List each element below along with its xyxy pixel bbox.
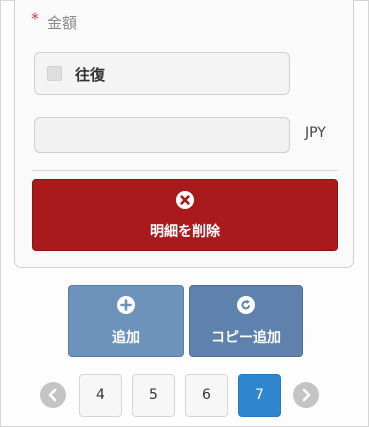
copy-add-label: コピー追加 [211, 330, 281, 346]
amount-label: 金額 [47, 14, 78, 32]
plus-circle-icon [117, 296, 135, 314]
close-circle-icon [176, 191, 194, 209]
required-marker: * [31, 9, 39, 28]
page-button-current[interactable]: 7 [238, 374, 281, 417]
detail-panel: * 金額 往復 JPY 明細を削除 追加 コピー追加 4 5 6 7 [0, 0, 369, 427]
page-button[interactable]: 6 [185, 374, 228, 417]
amount-input[interactable] [34, 117, 290, 153]
previous-page-button[interactable] [40, 382, 66, 408]
chevron-right-icon [302, 388, 311, 402]
chevron-left-icon [48, 388, 57, 402]
currency-label: JPY [305, 125, 326, 141]
copy-add-button[interactable]: コピー追加 [189, 285, 303, 357]
round-trip-label: 往復 [75, 66, 106, 84]
redo-circle-icon [237, 296, 255, 314]
page-button[interactable]: 5 [132, 374, 175, 417]
next-page-button[interactable] [293, 382, 319, 408]
divider [32, 170, 338, 171]
delete-line-button[interactable]: 明細を削除 [32, 179, 338, 251]
round-trip-checkbox[interactable] [47, 66, 62, 81]
delete-line-label: 明細を削除 [150, 224, 220, 240]
page-button[interactable]: 4 [79, 374, 122, 417]
round-trip-field[interactable]: 往復 [34, 52, 290, 95]
add-label: 追加 [112, 330, 140, 346]
add-button[interactable]: 追加 [68, 285, 184, 357]
